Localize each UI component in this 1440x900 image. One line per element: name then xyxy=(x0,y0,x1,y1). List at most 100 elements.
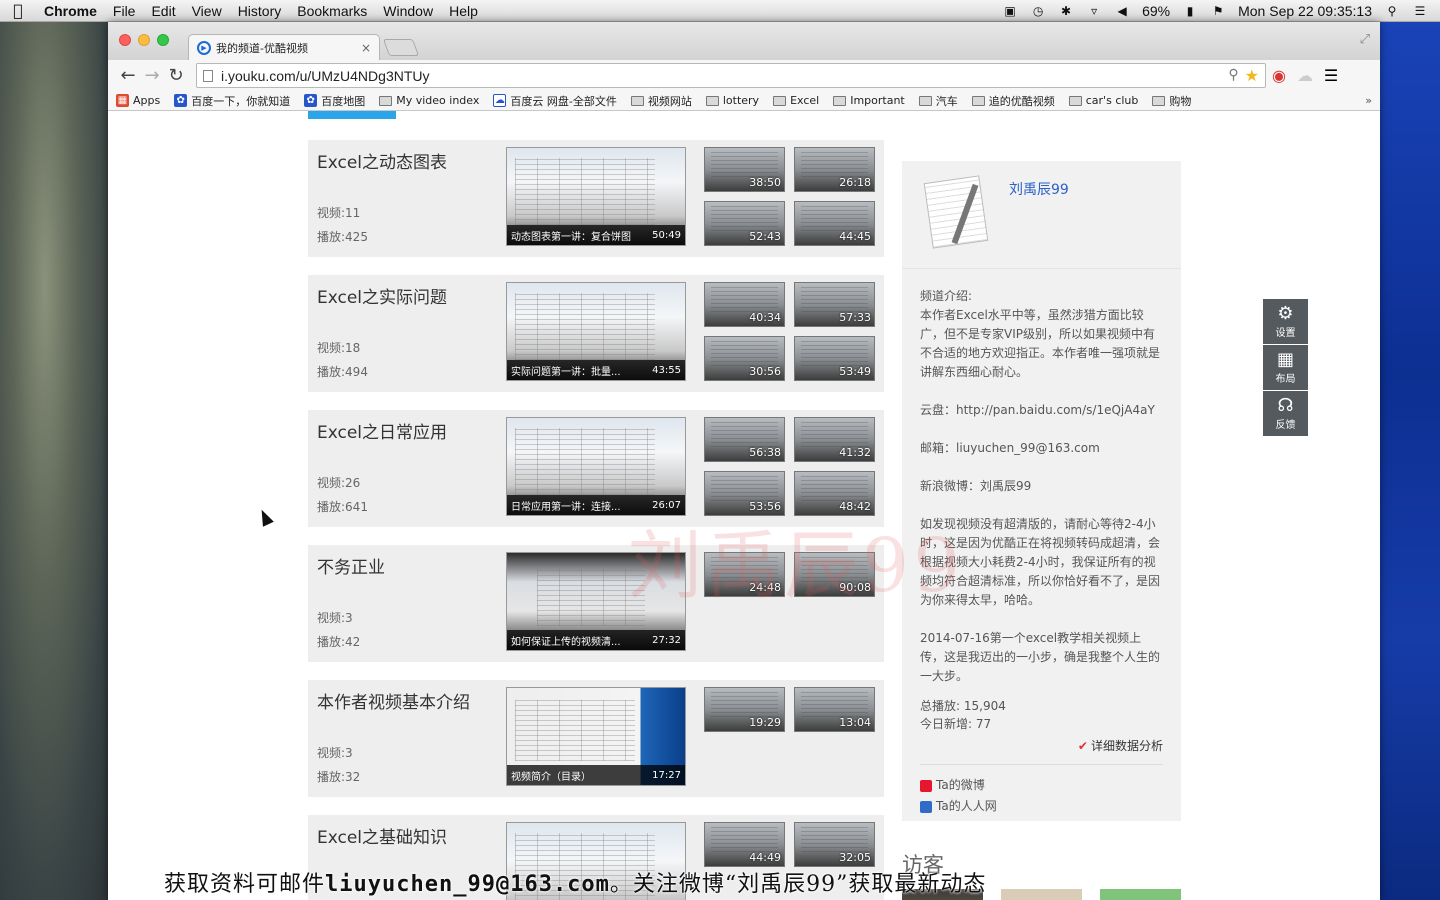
feedback-button[interactable]: ☊ 反馈 xyxy=(1263,391,1308,436)
divider xyxy=(920,764,1163,765)
menu-history[interactable]: History xyxy=(230,3,290,19)
album-main-thumbnail[interactable]: 动态图表第一讲：复合饼图 50:49 xyxy=(506,147,686,246)
video-thumbnail[interactable]: 30:56 xyxy=(704,336,785,381)
menu-view[interactable]: View xyxy=(184,3,230,19)
battery-percent[interactable]: 69% xyxy=(1142,3,1170,19)
new-tab-button[interactable] xyxy=(382,39,420,56)
album-title[interactable]: Excel之日常应用 xyxy=(317,418,447,443)
album-title[interactable]: Excel之实际问题 xyxy=(317,283,447,308)
fullscreen-icon[interactable]: ⤢ xyxy=(1360,32,1370,47)
visitor-avatar[interactable] xyxy=(1100,889,1181,900)
bookmark-excel[interactable]: Excel xyxy=(773,94,819,107)
camera-icon[interactable]: ▣ xyxy=(1002,4,1018,18)
zoom-icon[interactable]: ⚲ xyxy=(1228,66,1238,86)
bookmark-cars[interactable]: 汽车 xyxy=(918,93,958,109)
video-thumbnail[interactable]: 19:29 xyxy=(704,687,785,732)
floating-toolbar: ⚙ 设置 ▦ 布局 ☊ 反馈 xyxy=(1263,299,1308,436)
url-text[interactable]: i.youku.com/u/UMzU4NDg3NTUy xyxy=(221,68,430,84)
bookmark-video-sites[interactable]: 视频网站 xyxy=(630,93,692,109)
tab-title: 我的频道-优酷视频 xyxy=(216,41,308,55)
menu-bookmarks[interactable]: Bookmarks xyxy=(289,3,375,19)
close-tab-icon[interactable]: × xyxy=(361,41,371,55)
bookmark-cars-club[interactable]: car's club xyxy=(1068,94,1138,107)
bookmark-my-video-index[interactable]: My video index xyxy=(379,94,479,107)
time-machine-icon[interactable]: ◷ xyxy=(1030,4,1046,18)
layout-button[interactable]: ▦ 布局 xyxy=(1263,345,1308,390)
bluetooth-icon[interactable]: ✱ xyxy=(1058,4,1074,18)
folder-icon xyxy=(833,95,847,106)
bookmark-baidu[interactable]: ✿ 百度一下，你就知道 xyxy=(174,93,290,109)
settings-button[interactable]: ⚙ 设置 xyxy=(1263,299,1308,344)
weibo-link[interactable]: Ta的微博 xyxy=(920,775,1163,796)
album-main-thumbnail[interactable]: 实际问题第一讲：批量... 43:55 xyxy=(506,282,686,381)
bookmark-apps[interactable]: ▦ Apps xyxy=(116,94,160,107)
menu-edit[interactable]: Edit xyxy=(143,3,183,19)
video-thumbnail[interactable]: 40:34 xyxy=(704,282,785,327)
album-title[interactable]: Excel之基础知识 xyxy=(317,823,447,848)
extension-cloud-icon[interactable]: ☁ xyxy=(1292,66,1318,85)
album-video-count: 视频:18 xyxy=(317,341,361,355)
video-thumbnail[interactable]: 38:50 xyxy=(704,147,785,192)
spotlight-icon[interactable]: ⚲ xyxy=(1384,4,1400,18)
renren-link[interactable]: Ta的人人网 xyxy=(920,796,1163,817)
volume-icon[interactable]: ◀ xyxy=(1114,4,1130,18)
reload-button[interactable]: ↻ xyxy=(164,65,188,86)
album-title[interactable]: 本作者视频基本介绍 xyxy=(317,688,470,713)
extension-icon[interactable]: ◉ xyxy=(1266,66,1292,85)
menu-help[interactable]: Help xyxy=(441,3,486,19)
battery-icon[interactable]: ▮ xyxy=(1182,4,1198,18)
thumbnail-caption: 实际问题第一讲：批量... xyxy=(511,366,621,378)
video-thumbnail[interactable]: 44:49 xyxy=(704,822,785,867)
wifi-icon[interactable]: ▿ xyxy=(1086,4,1102,18)
window-controls xyxy=(119,34,169,46)
zoom-window-button[interactable] xyxy=(157,34,169,46)
back-button[interactable]: ← xyxy=(116,65,140,86)
bookmark-baidu-pan[interactable]: ☁ 百度云 网盘-全部文件 xyxy=(493,93,617,109)
video-thumbnail[interactable]: 13:04 xyxy=(794,687,875,732)
video-thumbnail[interactable]: 32:05 xyxy=(794,822,875,867)
album-header-partial xyxy=(308,111,396,119)
bookmark-baidu-map[interactable]: ✿ 百度地图 xyxy=(304,93,365,109)
visitor-avatar[interactable] xyxy=(1001,889,1082,900)
menu-window[interactable]: Window xyxy=(375,3,441,19)
chrome-menu-icon[interactable]: ☰ xyxy=(1318,66,1344,85)
folder-icon xyxy=(705,95,719,106)
page-content: Excel之动态图表 视频:11 播放:425 动态图表第一讲：复合饼图 50:4… xyxy=(108,111,1380,900)
bookmark-important[interactable]: Important xyxy=(833,94,905,107)
tab-youku-channel[interactable]: ▶ 我的频道-优酷视频 × xyxy=(188,34,380,60)
address-bar[interactable]: i.youku.com/u/UMzU4NDg3NTUy ⚲ ★ xyxy=(196,63,1266,88)
video-thumbnail[interactable]: 57:33 xyxy=(794,282,875,327)
history-text: 2014-07-16第一个excel教学相关视频上传，这是我迈出的一小步，确是我… xyxy=(920,631,1161,683)
layout-icon: ▦ xyxy=(1276,349,1294,370)
video-thumbnail[interactable]: 44:45 xyxy=(794,201,875,246)
flag-icon[interactable]: ⚑ xyxy=(1210,4,1226,18)
album-title[interactable]: 不务正业 xyxy=(317,553,385,578)
bookmark-star-icon[interactable]: ★ xyxy=(1245,66,1259,86)
menubar-clock[interactable]: Mon Sep 22 09:35:13 xyxy=(1238,3,1372,19)
detail-analysis-link[interactable]: ✔ 详细数据分析 xyxy=(902,737,1181,754)
apple-icon[interactable]:  xyxy=(0,1,36,20)
video-thumbnail[interactable]: 53:49 xyxy=(794,336,875,381)
video-thumbnail[interactable]: 41:32 xyxy=(794,417,875,462)
video-thumbnail[interactable]: 56:38 xyxy=(704,417,785,462)
forward-button[interactable]: → xyxy=(140,65,164,86)
close-window-button[interactable] xyxy=(119,34,131,46)
tab-strip: ▶ 我的频道-优酷视频 × ⤢ xyxy=(108,22,1380,60)
bookmark-youku-follow[interactable]: 追的优酷视频 xyxy=(971,93,1055,109)
album-title[interactable]: Excel之动态图表 xyxy=(317,148,447,173)
menu-file[interactable]: File xyxy=(105,3,144,19)
thumbnail-duration: 50:49 xyxy=(652,229,681,241)
bookmarks-overflow-button[interactable]: » xyxy=(1365,94,1372,107)
video-thumbnail[interactable]: 26:18 xyxy=(794,147,875,192)
bookmark-lottery[interactable]: lottery xyxy=(705,94,759,107)
video-thumbnail[interactable]: 52:43 xyxy=(704,201,785,246)
album-tab-active[interactable] xyxy=(308,111,396,119)
album-main-thumbnail[interactable]: 视频简介（目录） 17:27 xyxy=(506,687,686,786)
notification-center-icon[interactable]: ☰ xyxy=(1412,4,1428,18)
minimize-window-button[interactable] xyxy=(138,34,150,46)
album-play-count: 播放:425 xyxy=(317,230,368,244)
album-main-thumbnail[interactable]: 日常应用第一讲：连接... 26:07 xyxy=(506,417,686,516)
menu-app[interactable]: Chrome xyxy=(36,3,105,19)
bookmark-shopping[interactable]: 购物 xyxy=(1152,93,1191,109)
channel-username[interactable]: 刘禹辰99 xyxy=(1009,179,1069,199)
